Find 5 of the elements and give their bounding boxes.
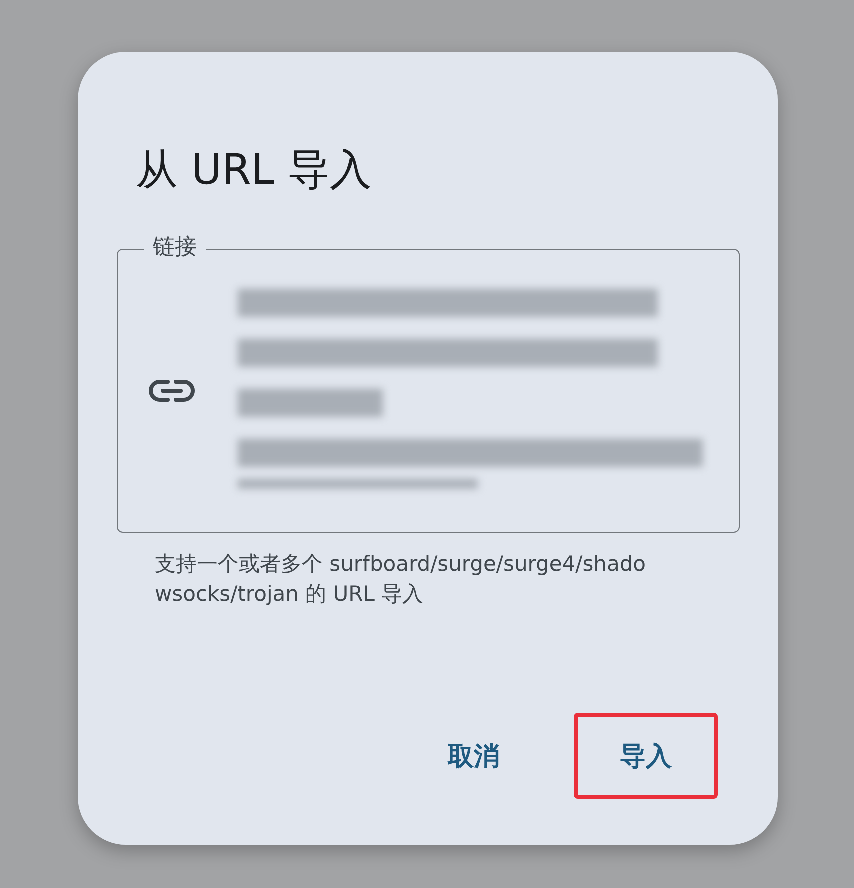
link-icon bbox=[148, 378, 196, 404]
import-button[interactable]: 导入 bbox=[574, 713, 718, 799]
dialog-title: 从 URL 导入 bbox=[136, 149, 374, 191]
cancel-button[interactable]: 取消 bbox=[444, 713, 504, 799]
helper-text: 支持一个或者多个 surfboard/surge/surge4/shadowsocks/trojan 的 URL 导入 bbox=[155, 551, 648, 608]
